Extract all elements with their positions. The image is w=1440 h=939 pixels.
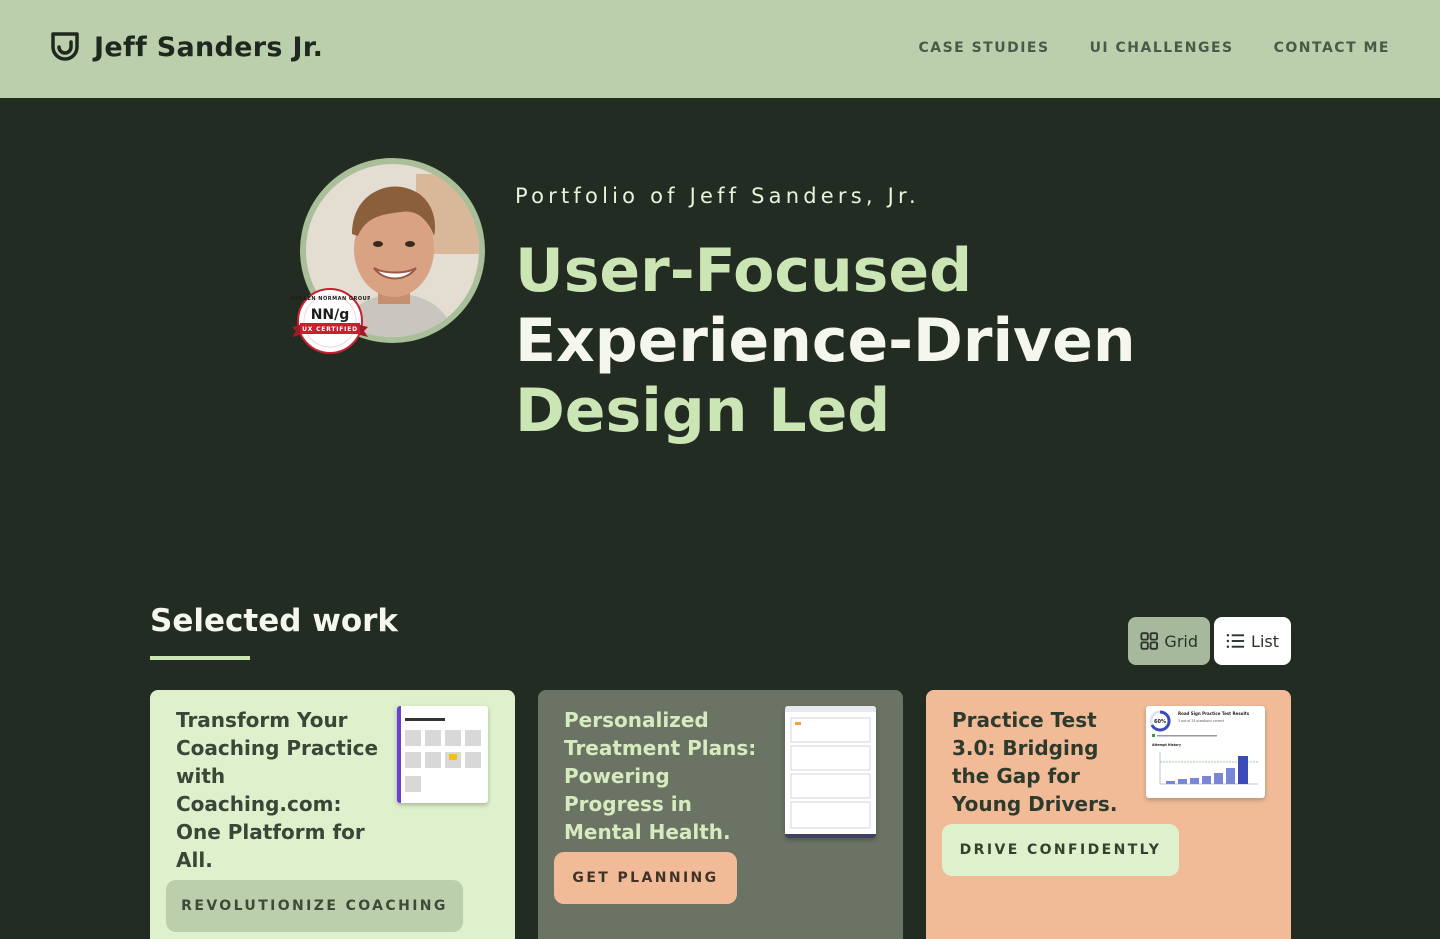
list-view-button[interactable]: List — [1214, 617, 1291, 665]
svg-text:NIELSEN NORMAN GROUP: NIELSEN NORMAN GROUP — [290, 296, 370, 302]
view-toggle: Grid List — [1128, 617, 1291, 665]
nav-case-studies[interactable]: CASE STUDIES — [918, 40, 1049, 56]
card-title: Transform Your Coaching Practice with Co… — [176, 708, 379, 872]
svg-text:NN/g: NN/g — [311, 307, 350, 323]
case-study-card-treatment[interactable]: Personalized Treatment Plans: Powering P… — [538, 690, 903, 939]
case-study-card-practice-test[interactable]: Practice Test 3.0: Bridging the Gap for … — [926, 690, 1291, 939]
grid-icon — [1140, 632, 1158, 650]
headline-line-3: Design Led — [515, 376, 891, 446]
thumb-subtitle: 3 out of 25 questions correct — [1178, 719, 1225, 723]
shield-smile-icon — [51, 32, 79, 61]
section-underline — [150, 656, 250, 660]
svg-text:UX CERTIFIED: UX CERTIFIED — [302, 326, 358, 333]
card-title: Practice Test 3.0: Bridging the Gap for … — [952, 708, 1118, 816]
headline-line-2: Experience-Driven — [515, 306, 1136, 376]
site-header: Jeff Sanders Jr. CASE STUDIES UI CHALLEN… — [0, 0, 1440, 98]
drive-confidently-button[interactable]: DRIVE CONFIDENTLY — [942, 824, 1179, 876]
main-nav: CASE STUDIES UI CHALLENGES CONTACT ME — [918, 40, 1390, 56]
logo-text: Jeff Sanders Jr. — [94, 31, 324, 63]
case-study-card-coaching[interactable]: Transform Your Coaching Practice with Co… — [150, 690, 515, 939]
revolutionize-coaching-button[interactable]: REVOLUTIONIZE COACHING — [166, 880, 463, 932]
thumb-chart-title: Attempt History — [1152, 743, 1182, 747]
section-title: Selected work — [150, 603, 399, 639]
list-label: List — [1251, 631, 1279, 651]
nng-ux-certified-badge: NIELSEN NORMAN GROUP NN/g UX CERTIFIED — [290, 288, 370, 354]
card-thumbnail — [397, 706, 488, 803]
card-thumbnail: 60% Road Sign Practice Test Results 3 ou… — [1146, 706, 1265, 798]
card-title: Personalized Treatment Plans: Powering P… — [564, 708, 757, 844]
site-logo[interactable]: Jeff Sanders Jr. — [48, 30, 323, 64]
card-thumbnail — [785, 706, 876, 838]
hero-kicker: Portfolio of Jeff Sanders, Jr. — [515, 184, 920, 208]
nav-contact-me[interactable]: CONTACT ME — [1274, 40, 1390, 56]
nav-ui-challenges[interactable]: UI CHALLENGES — [1090, 40, 1234, 56]
thumb-title: Road Sign Practice Test Results — [1178, 711, 1250, 716]
get-planning-button[interactable]: GET PLANNING — [554, 852, 737, 904]
hero-headline: User-Focused Experience-Driven Design Le… — [515, 236, 1136, 446]
headline-line-1: User-Focused — [515, 236, 973, 306]
grid-view-button[interactable]: Grid — [1128, 617, 1210, 665]
list-icon — [1226, 634, 1245, 648]
grid-label: Grid — [1164, 631, 1198, 651]
score-text: 60% — [1154, 719, 1166, 725]
